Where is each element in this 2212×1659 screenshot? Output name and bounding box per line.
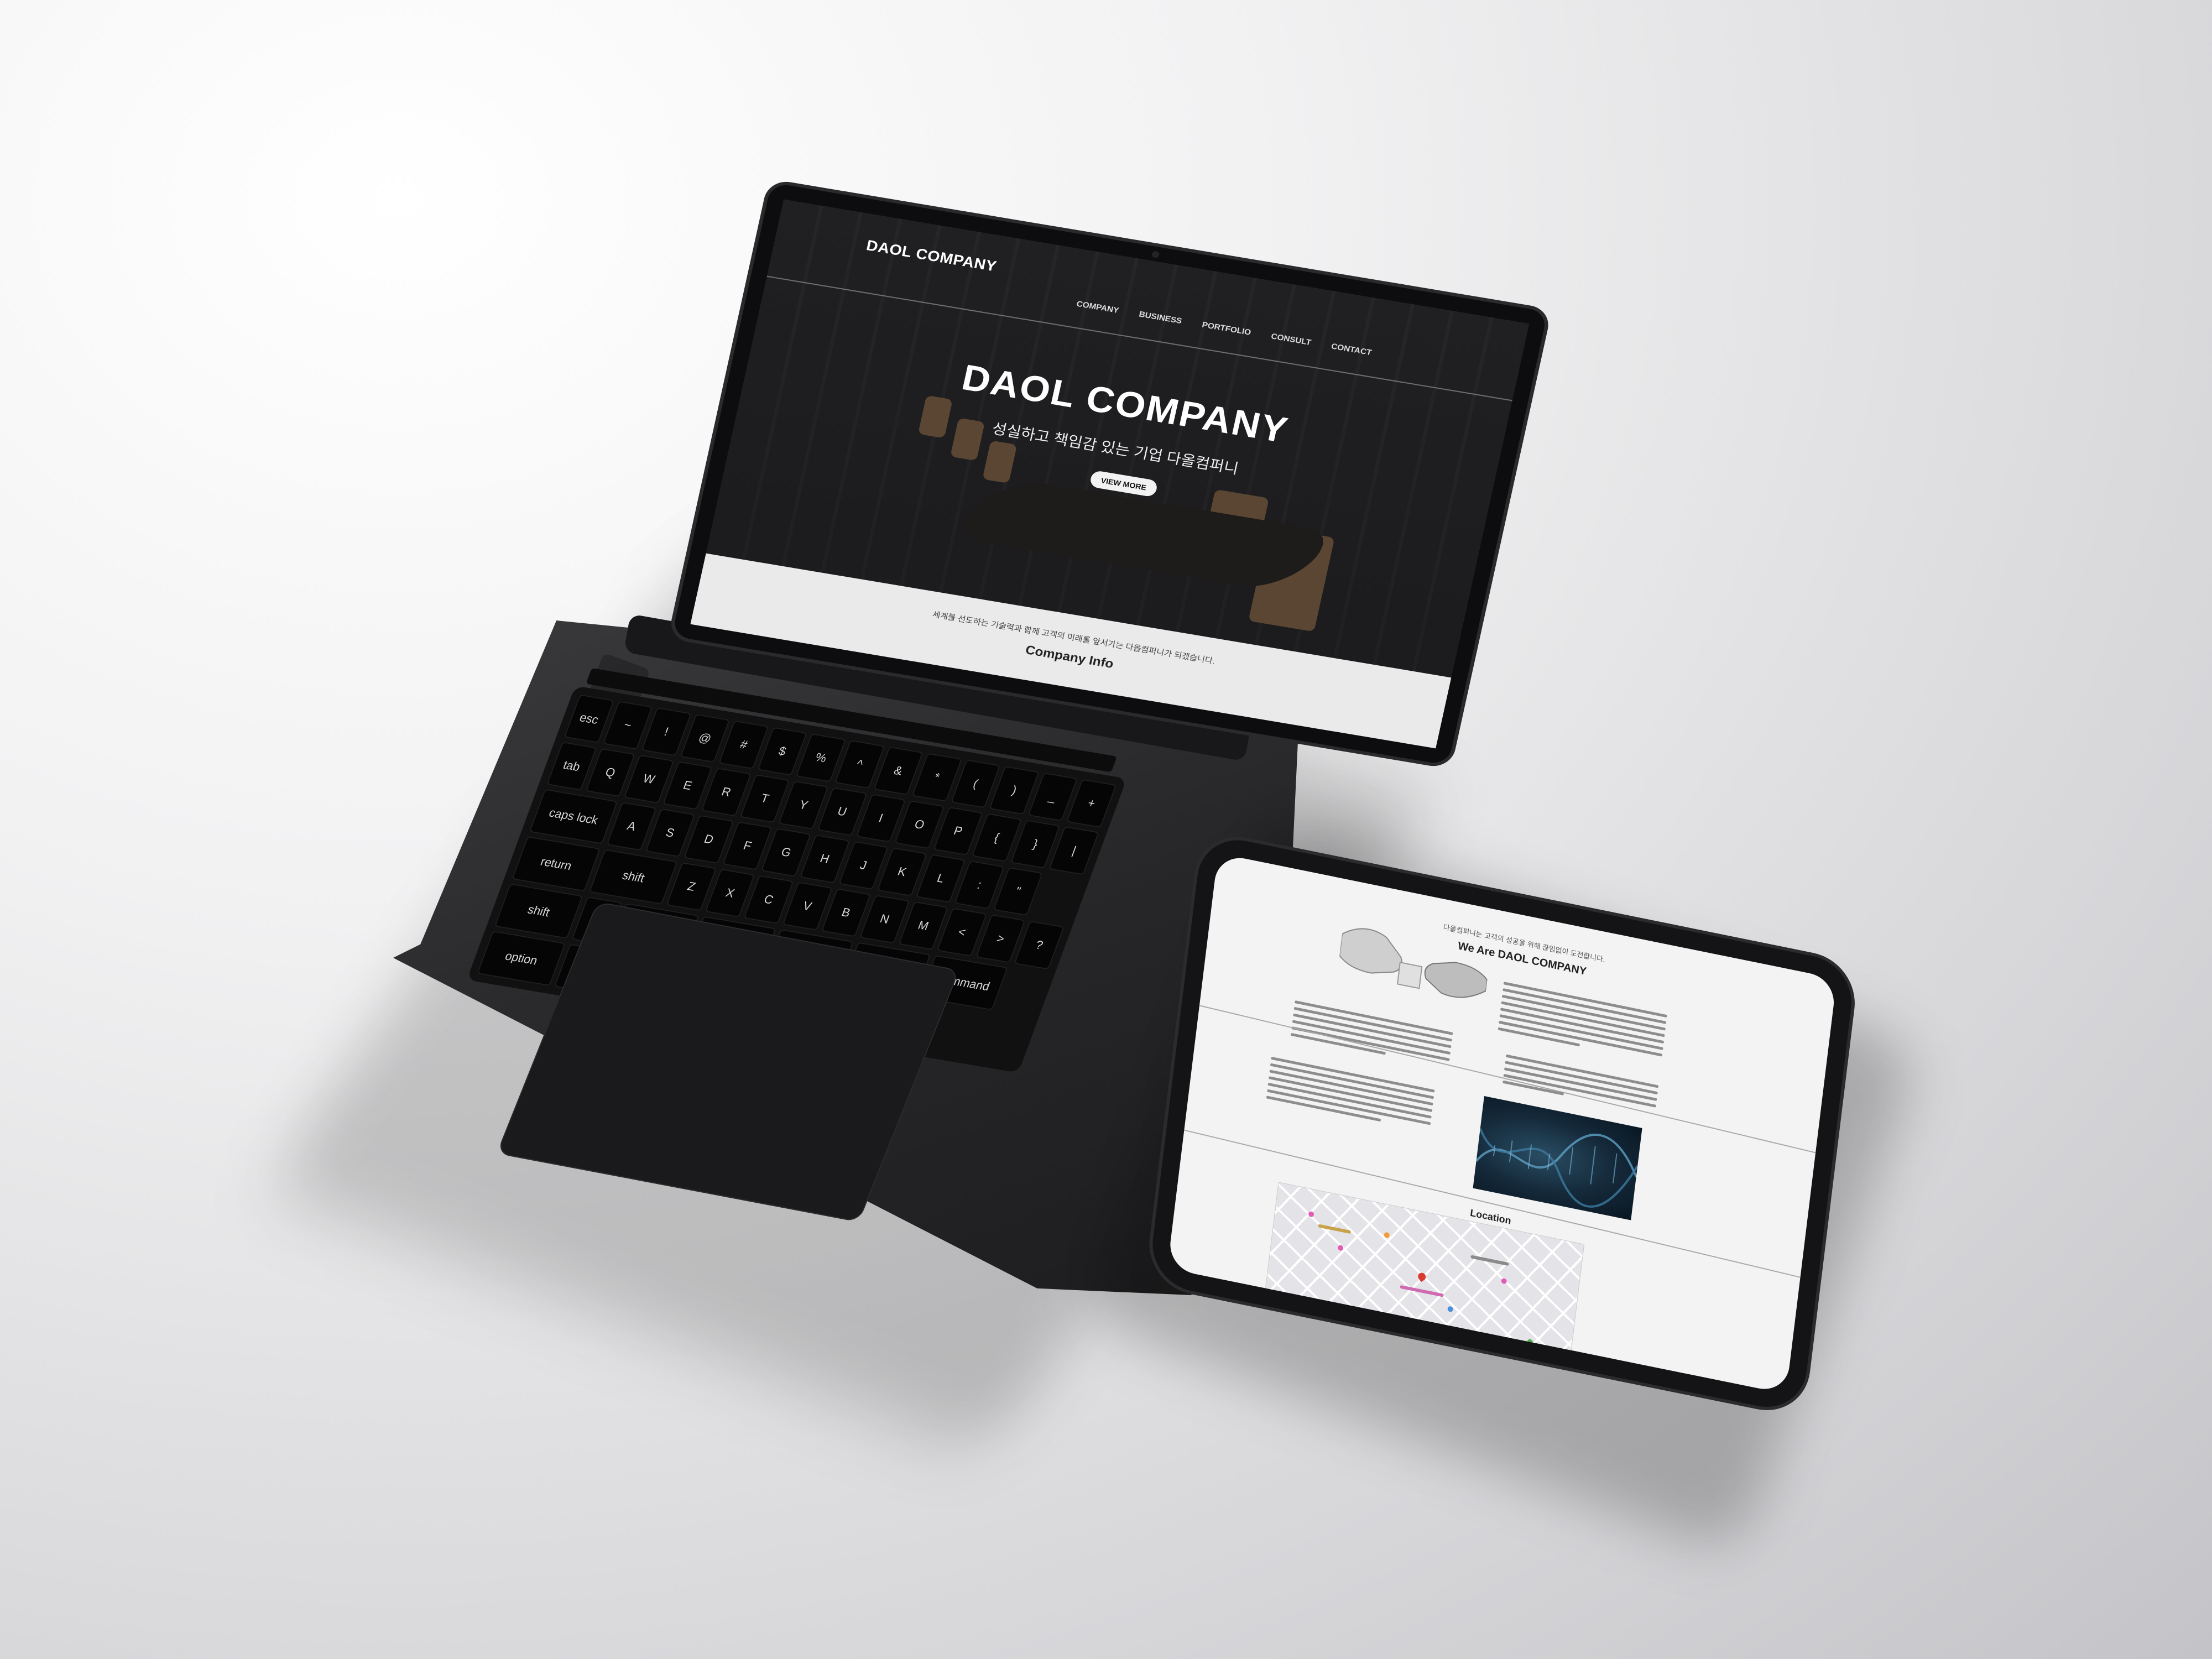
map-label <box>1318 1224 1352 1234</box>
map-label <box>1470 1255 1509 1266</box>
map-poi-icon[interactable] <box>1527 1338 1533 1345</box>
nav-contact[interactable]: CONTACT <box>1331 341 1373 357</box>
nav-portfolio[interactable]: PORTFOLIO <box>1201 320 1252 337</box>
nav-business[interactable]: BUSINESS <box>1138 309 1183 325</box>
keyboard-key[interactable]: option <box>477 931 566 987</box>
dna-helix-image <box>1473 1095 1642 1220</box>
map-marker-icon[interactable] <box>1416 1271 1428 1282</box>
paragraph-left-bottom <box>1266 1053 1435 1135</box>
nav-consult[interactable]: CONSULT <box>1270 331 1312 347</box>
keyboard-key[interactable]: return <box>512 836 601 892</box>
section-arrow <box>1073 674 1093 685</box>
scene: esc ~! @ # $% ^ & *() _ + tab Q W E R T Y U I O P{} | caps loc… <box>0 0 2212 1659</box>
map-poi-icon[interactable] <box>1501 1277 1507 1285</box>
map-poi-icon[interactable] <box>1308 1211 1314 1218</box>
map-poi-icon[interactable] <box>1447 1306 1454 1313</box>
camera-icon <box>1151 251 1160 259</box>
map-label <box>1400 1285 1444 1297</box>
keyboard-key[interactable]: shift <box>494 883 583 939</box>
keyboard-key[interactable]: shift <box>588 849 678 905</box>
nav-company[interactable]: COMPANY <box>1076 299 1120 315</box>
site-logo[interactable]: DAOL COMPANY <box>865 237 998 275</box>
keyboard-key[interactable]: caps lock <box>529 789 618 844</box>
site-nav: COMPANY BUSINESS PORTFOLIO CONSULT CONTA… <box>1076 299 1373 357</box>
chair-image <box>982 440 1018 484</box>
map-poi-icon[interactable] <box>1337 1244 1344 1251</box>
map-poi-icon[interactable] <box>1384 1232 1390 1239</box>
